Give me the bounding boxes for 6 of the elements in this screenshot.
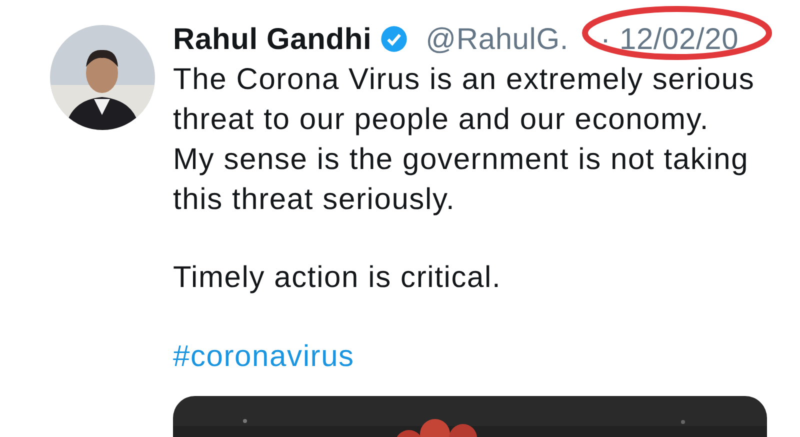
tweet-date: · 12/02/20 [600,22,739,56]
author-handle: @RahulG. [426,22,569,58]
tweet-text: Timely action is critical. [173,260,502,296]
hashtag-link[interactable]: #coronavirus [173,337,354,377]
author-name: Rahul Gandhi [173,22,372,58]
tweet-text: The Corona Virus is an extremely serious threat to our people and our economy. My sense is the government is not taking this threat seriously. [173,62,756,218]
